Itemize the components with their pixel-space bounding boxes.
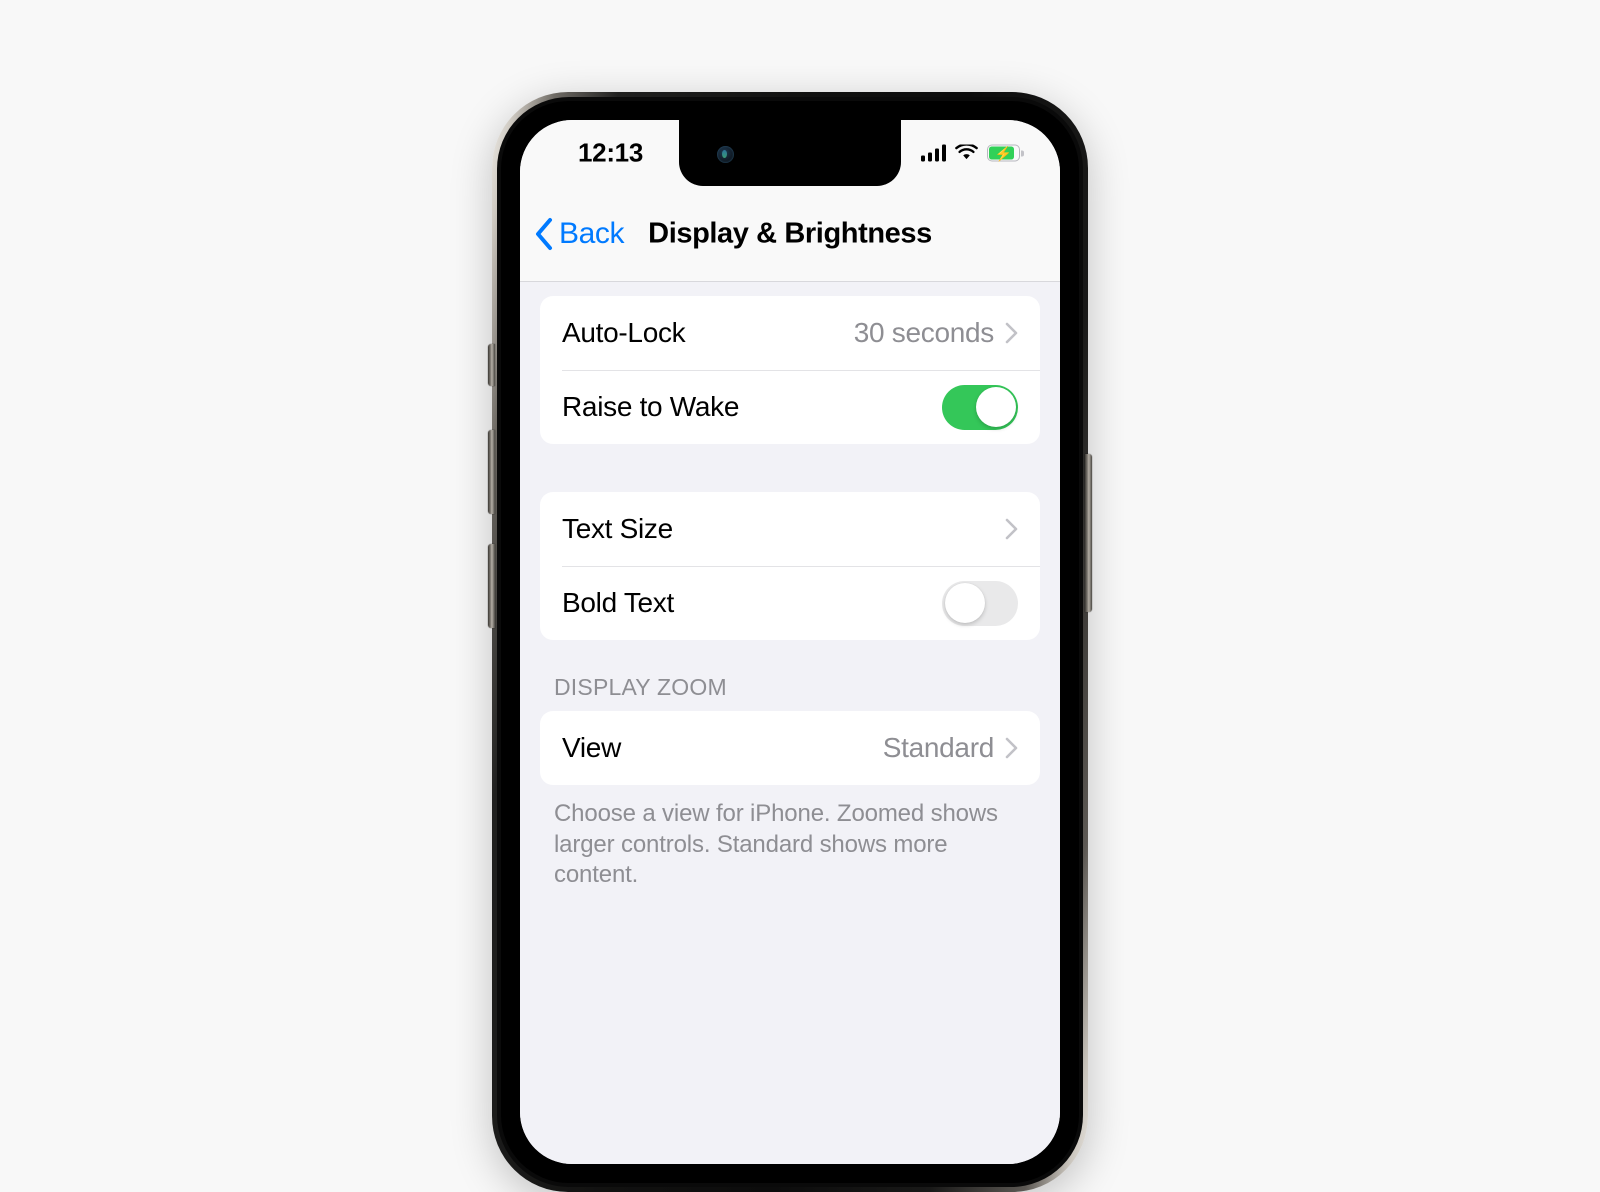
row-view[interactable]: View Standard [540, 711, 1040, 785]
nav-bar: Back Display & Brightness [520, 186, 1060, 282]
page-title: Display & Brightness [648, 217, 932, 249]
power-button[interactable] [1085, 454, 1092, 612]
section-header-display-zoom: DISPLAY ZOOM [554, 674, 727, 700]
row-accessory-bold-text [942, 580, 1018, 626]
settings-content: Auto-Lock 30 seconds Raise to Wake Text … [520, 282, 1060, 1164]
back-button[interactable]: Back [534, 216, 625, 251]
chevron-left-icon [536, 217, 552, 250]
row-label-bold-text: Bold Text [562, 587, 674, 618]
row-label-view: View [562, 732, 621, 763]
status-time: 12:13 [578, 137, 643, 168]
battery-charging-icon: ⚡ [987, 144, 1024, 162]
volume-up-button[interactable] [488, 430, 495, 514]
notch [679, 120, 901, 186]
row-label-text-size: Text Size [562, 513, 673, 544]
settings-group-text: Text Size Bold Text [540, 492, 1040, 640]
row-label-raise-to-wake: Raise to Wake [562, 391, 740, 422]
row-accessory-raise-to-wake [942, 384, 1018, 430]
section-footer-display-zoom: Choose a view for iPhone. Zoomed shows l… [554, 800, 998, 889]
status-indicators: ⚡ [920, 144, 1024, 162]
chevron-right-icon [1005, 518, 1018, 540]
settings-group-auto-lock: Auto-Lock 30 seconds Raise to Wake [540, 296, 1040, 444]
wifi-icon [955, 144, 978, 160]
row-accessory-auto-lock: 30 seconds [854, 317, 1018, 349]
chevron-right-icon [1005, 322, 1018, 344]
row-value-auto-lock: 30 seconds [853, 317, 995, 348]
toggle-bold-text[interactable] [942, 580, 1018, 626]
row-value-view: Standard [882, 732, 995, 763]
toggle-raise-to-wake[interactable] [942, 384, 1018, 430]
row-text-size[interactable]: Text Size [540, 492, 1040, 566]
row-accessory-text-size [994, 518, 1018, 540]
back-button-label: Back [559, 216, 625, 250]
toggle-knob [944, 583, 985, 623]
phone-screen: 12:13 ⚡ Back Display & Brightness Auto-L… [520, 120, 1060, 1164]
signal-bars-icon [920, 144, 946, 162]
row-accessory-view: Standard [883, 732, 1018, 764]
row-auto-lock[interactable]: Auto-Lock 30 seconds [540, 296, 1040, 370]
front-camera-icon [717, 146, 734, 163]
iphone-device: 12:13 ⚡ Back Display & Brightness Auto-L… [488, 92, 1092, 1192]
row-raise-to-wake[interactable]: Raise to Wake [540, 370, 1040, 444]
toggle-knob [975, 387, 1016, 427]
mute-switch[interactable] [488, 344, 495, 386]
settings-group-display-zoom: View Standard [540, 711, 1040, 785]
volume-down-button[interactable] [488, 544, 495, 628]
row-label-auto-lock: Auto-Lock [562, 317, 686, 348]
chevron-right-icon [1005, 737, 1018, 759]
row-bold-text[interactable]: Bold Text [540, 566, 1040, 640]
